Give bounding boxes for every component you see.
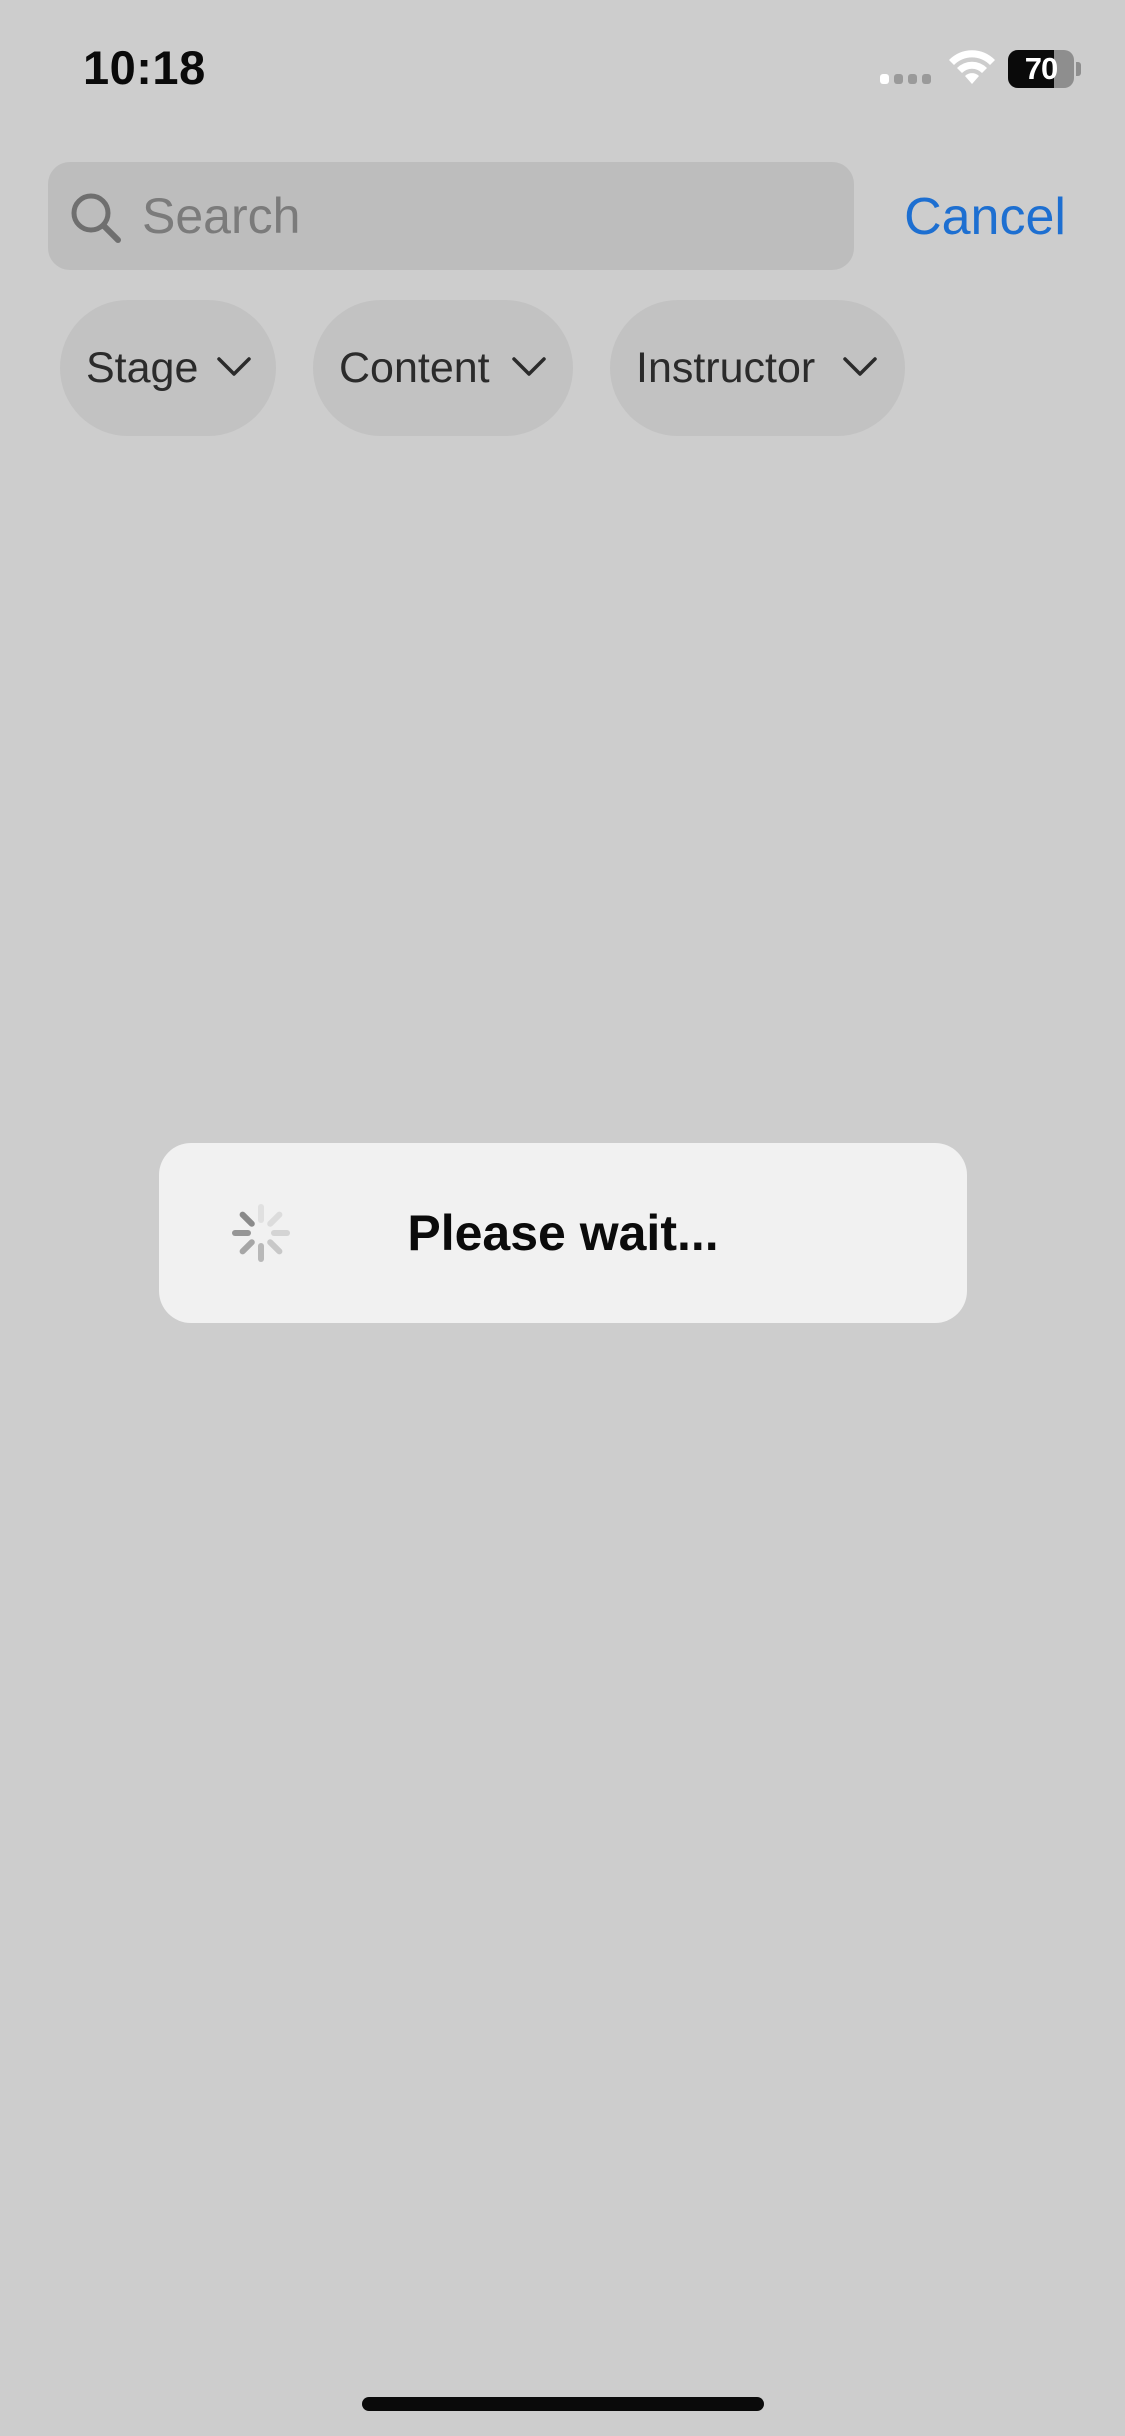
- cancel-button[interactable]: Cancel: [890, 180, 1080, 254]
- filter-chip-label: Stage: [86, 344, 199, 392]
- chevron-down-icon: [217, 357, 251, 376]
- filter-chip-stage[interactable]: Stage: [60, 300, 276, 436]
- search-icon: [71, 193, 121, 243]
- home-indicator[interactable]: [362, 2397, 764, 2411]
- status-time: 10:18: [83, 41, 206, 94]
- filter-chip-instructor[interactable]: Instructor: [610, 300, 905, 436]
- search-bar[interactable]: [48, 162, 854, 270]
- search-input[interactable]: [142, 162, 832, 270]
- chevron-down-icon: [843, 357, 877, 376]
- status-bar: 10:18 70: [0, 0, 1125, 140]
- filter-row: Stage Content Instructor: [0, 300, 1125, 440]
- filter-chip-label: Instructor: [636, 344, 816, 392]
- signal-icon: [880, 68, 934, 84]
- battery-level: 70: [1024, 51, 1058, 86]
- loading-dialog: Please wait...: [159, 1143, 967, 1323]
- wifi-icon: [949, 50, 995, 84]
- battery-icon: 70: [1008, 50, 1082, 88]
- filter-chip-label: Content: [339, 344, 490, 392]
- chevron-down-icon: [512, 357, 546, 376]
- filter-chip-content[interactable]: Content: [313, 300, 573, 436]
- loading-message: Please wait...: [407, 1205, 719, 1261]
